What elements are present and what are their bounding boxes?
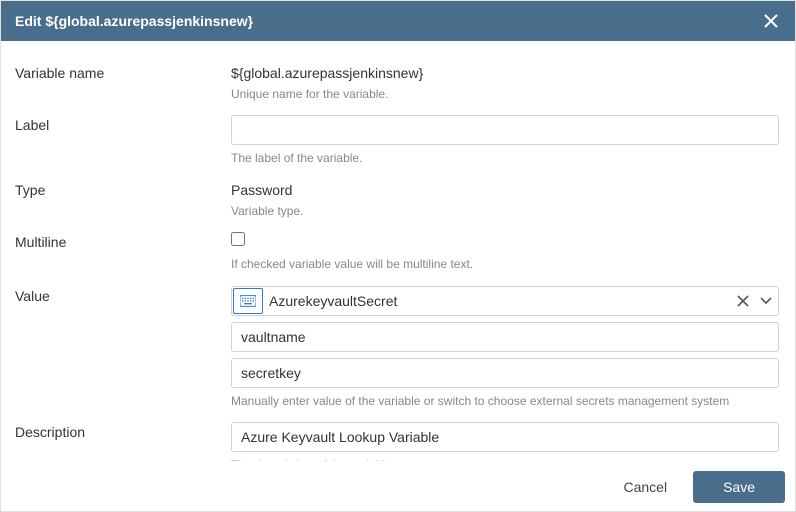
dialog-footer: Cancel Save xyxy=(1,461,795,511)
dialog-titlebar: Edit ${global.azurepassjenkinsnew} xyxy=(1,1,795,41)
description-input[interactable] xyxy=(231,422,779,452)
value-provider-select[interactable]: AzurekeyvaultSecret xyxy=(231,286,779,316)
value-field: AzurekeyvaultSecret Manually enter valu xyxy=(231,286,785,408)
description-field: The description of the variable. xyxy=(231,422,785,461)
variable-name-help: Unique name for the variable. xyxy=(231,87,779,101)
value-help: Manually enter value of the variable or … xyxy=(231,394,779,408)
multiline-help: If checked variable value will be multil… xyxy=(231,257,779,271)
value-label: Value xyxy=(11,286,231,304)
edit-variable-dialog: Edit ${global.azurepassjenkinsnew} Varia… xyxy=(0,0,796,512)
save-button[interactable]: Save xyxy=(693,471,785,503)
row-type: Type Password Variable type. xyxy=(11,180,785,232)
type-label: Type xyxy=(11,180,231,198)
cancel-button[interactable]: Cancel xyxy=(613,471,677,503)
keyboard-icon xyxy=(240,295,256,307)
type-value: Password xyxy=(231,180,779,198)
multiline-label: Multiline xyxy=(11,232,231,250)
value-provider-clear[interactable] xyxy=(732,295,754,307)
label-field-field: The label of the variable. xyxy=(231,115,785,165)
multiline-checkbox[interactable] xyxy=(231,232,245,246)
row-multiline: Multiline If checked variable value will… xyxy=(11,232,785,285)
type-field: Password Variable type. xyxy=(231,180,785,218)
row-label: Label The label of the variable. xyxy=(11,115,785,179)
variable-name-field: ${global.azurepassjenkinsnew} Unique nam… xyxy=(231,63,785,101)
secretkey-input[interactable] xyxy=(231,358,779,388)
description-label: Description xyxy=(11,422,231,440)
multiline-field: If checked variable value will be multil… xyxy=(231,232,785,271)
type-help: Variable type. xyxy=(231,204,779,218)
variable-name-label: Variable name xyxy=(11,63,231,81)
vaultname-input[interactable] xyxy=(231,322,779,352)
clear-icon xyxy=(737,295,749,307)
row-value: Value xyxy=(11,286,785,422)
row-variable-name: Variable name ${global.azurepassjenkinsn… xyxy=(11,63,785,115)
chevron-down-icon xyxy=(760,297,772,305)
value-mode-toggle[interactable] xyxy=(233,288,263,314)
variable-name-value: ${global.azurepassjenkinsnew} xyxy=(231,63,779,81)
row-description: Description The description of the varia… xyxy=(11,422,785,461)
dialog-body: Variable name ${global.azurepassjenkinsn… xyxy=(1,41,795,461)
label-field-label: Label xyxy=(11,115,231,133)
close-icon xyxy=(764,14,778,28)
close-button[interactable] xyxy=(761,11,781,31)
value-provider-text: AzurekeyvaultSecret xyxy=(269,293,732,309)
label-help: The label of the variable. xyxy=(231,151,779,165)
value-provider-dropdown[interactable] xyxy=(754,297,778,305)
label-input[interactable] xyxy=(231,115,779,145)
dialog-title: Edit ${global.azurepassjenkinsnew} xyxy=(15,13,761,29)
